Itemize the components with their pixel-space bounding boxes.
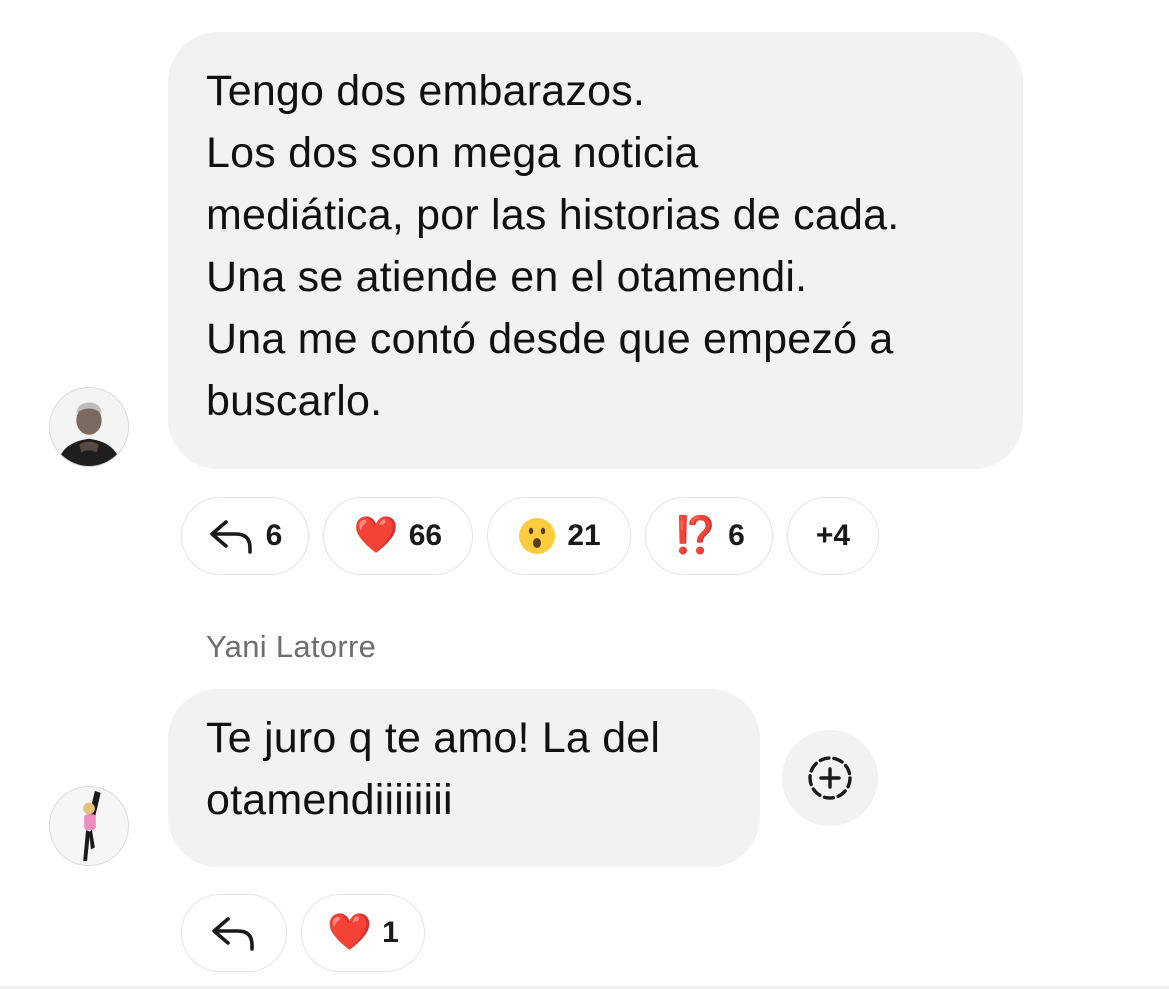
- message-line: Tengo dos embarazos.: [206, 67, 646, 115]
- message-bubble-first[interactable]: Tengo dos embarazos. Los dos son mega no…: [168, 32, 1023, 469]
- wow-count: 21: [567, 519, 601, 552]
- reaction-wow[interactable]: 21: [487, 497, 631, 575]
- more-reactions-label: +4: [815, 519, 851, 552]
- reply-button[interactable]: 6: [181, 497, 309, 575]
- reactions-row-second: ❤️ 1: [181, 894, 425, 972]
- message-line: Los dos son mega noticia: [206, 129, 699, 177]
- interrobang-emoji-icon: ⁉️: [673, 515, 719, 556]
- reaction-interrobang[interactable]: ⁉️ 6: [645, 497, 773, 575]
- reply-arrow-icon: [209, 520, 252, 554]
- wow-emoji-icon: [519, 518, 556, 554]
- message-line: Una se atiende en el otamendi.: [206, 253, 808, 301]
- avatar-first-sender[interactable]: [49, 387, 129, 467]
- message-line: otamendiiiiiiii: [206, 776, 453, 824]
- reply-button[interactable]: [181, 894, 287, 972]
- message-line: buscarlo.: [206, 377, 383, 425]
- reaction-heart[interactable]: ❤️ 66: [323, 497, 473, 575]
- avatar-second-sender[interactable]: [49, 786, 129, 866]
- avatar-man-icon: [50, 388, 128, 466]
- heart-emoji-icon: ❤️: [327, 912, 373, 953]
- avatar-woman-icon: [50, 787, 128, 865]
- sender-name: Yani Latorre: [206, 629, 377, 664]
- interrobang-count: 6: [728, 519, 745, 552]
- heart-emoji-icon: ❤️: [353, 515, 399, 556]
- reactions-row-first: 6 ❤️ 66 21 ⁉️ 6 +4: [181, 497, 879, 575]
- reply-arrow-icon: [212, 917, 254, 951]
- message-bubble-second[interactable]: Te juro q te amo! La del otamendiiiiiiii: [168, 689, 760, 867]
- message-line: Te juro q te amo! La del: [206, 714, 661, 762]
- add-reaction-button[interactable]: [782, 730, 878, 826]
- more-reactions-button[interactable]: +4: [787, 497, 879, 575]
- add-reaction-icon: [808, 756, 852, 800]
- reply-count: 6: [265, 519, 283, 552]
- message-line: Una me contó desde que empezó a: [206, 315, 894, 363]
- message-line: mediática, por las historias de cada.: [206, 191, 900, 239]
- reaction-heart[interactable]: ❤️ 1: [301, 894, 425, 972]
- heart-count: 1: [382, 916, 399, 949]
- heart-count: 66: [408, 519, 443, 552]
